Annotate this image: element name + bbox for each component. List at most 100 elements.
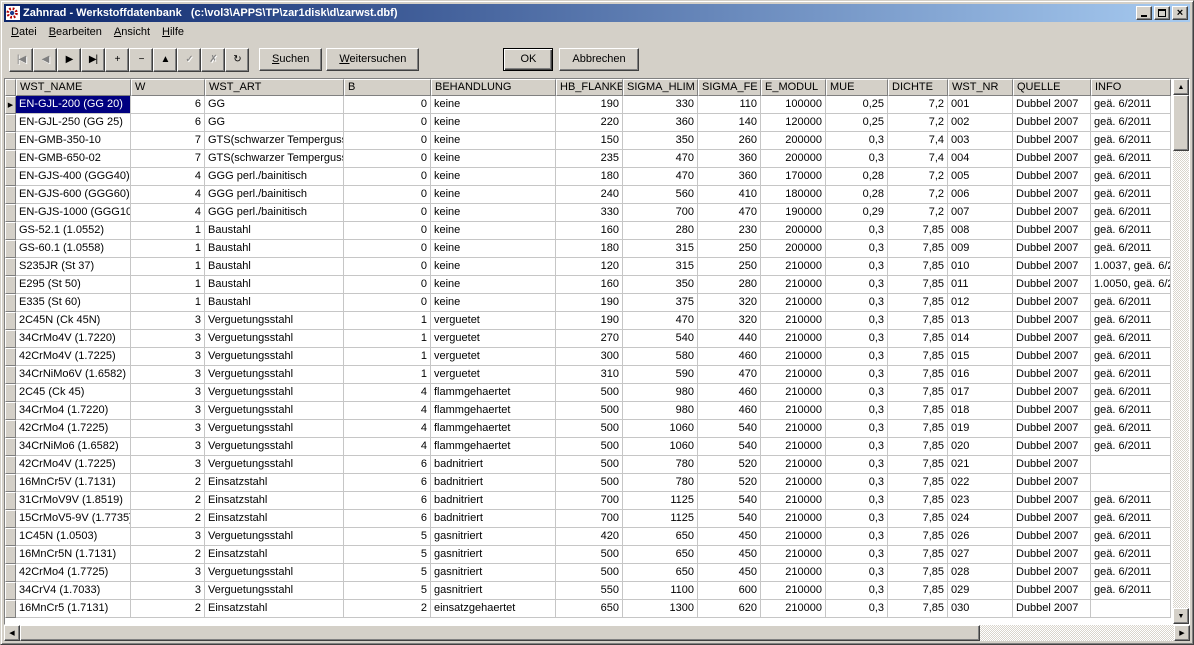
cell-mue[interactable]: 0,3	[826, 600, 888, 618]
cell-mue[interactable]: 0,3	[826, 258, 888, 276]
cell-w[interactable]: 3	[131, 528, 205, 546]
cell-wst_name[interactable]: 16MnCr5V (1.7131)	[16, 474, 131, 492]
column-header-mue[interactable]: MUE	[826, 79, 888, 96]
cell-b[interactable]: 4	[344, 438, 431, 456]
cell-wst_nr[interactable]: 010	[948, 258, 1013, 276]
cell-quelle[interactable]: Dubbel 2007	[1013, 258, 1091, 276]
cell-e_modul[interactable]: 210000	[761, 474, 826, 492]
cell-dichte[interactable]: 7,85	[888, 528, 948, 546]
cell-behandlung[interactable]: flammgehaertet	[431, 420, 556, 438]
cell-b[interactable]: 1	[344, 366, 431, 384]
cell-w[interactable]: 3	[131, 366, 205, 384]
cell-sigma_hlim[interactable]: 470	[623, 150, 698, 168]
cell-behandlung[interactable]: flammgehaertet	[431, 402, 556, 420]
cell-wst_art[interactable]: Verguetungsstahl	[205, 384, 344, 402]
column-header-sigma_hlim[interactable]: SIGMA_HLIM	[623, 79, 698, 96]
cell-w[interactable]: 3	[131, 564, 205, 582]
cell-e_modul[interactable]: 210000	[761, 438, 826, 456]
cell-wst_name[interactable]: 16MnCr5N (1.7131)	[16, 546, 131, 564]
cell-sigma_fe[interactable]: 470	[698, 366, 761, 384]
cell-w[interactable]: 3	[131, 348, 205, 366]
cell-w[interactable]: 3	[131, 402, 205, 420]
cell-w[interactable]: 3	[131, 384, 205, 402]
cell-wst_art[interactable]: Verguetungsstahl	[205, 402, 344, 420]
cell-quelle[interactable]: Dubbel 2007	[1013, 492, 1091, 510]
cell-sigma_hlim[interactable]: 650	[623, 528, 698, 546]
cell-w[interactable]: 1	[131, 240, 205, 258]
cell-dichte[interactable]: 7,2	[888, 168, 948, 186]
cell-e_modul[interactable]: 210000	[761, 276, 826, 294]
cell-quelle[interactable]: Dubbel 2007	[1013, 204, 1091, 222]
cell-info[interactable]: geä. 6/2011	[1091, 348, 1171, 366]
cell-sigma_fe[interactable]: 470	[698, 204, 761, 222]
cell-e_modul[interactable]: 200000	[761, 222, 826, 240]
cell-dichte[interactable]: 7,85	[888, 276, 948, 294]
vertical-scrollbar[interactable]: ▲ ▼	[1173, 79, 1189, 624]
cell-behandlung[interactable]: keine	[431, 204, 556, 222]
cell-wst_name[interactable]: EN-GJL-250 (GG 25)	[16, 114, 131, 132]
cell-wst_name[interactable]: S235JR (St 37)	[16, 258, 131, 276]
cell-b[interactable]: 6	[344, 474, 431, 492]
cell-w[interactable]: 1	[131, 222, 205, 240]
cancel-button[interactable]: Abbrechen	[559, 48, 638, 71]
cell-wst_nr[interactable]: 011	[948, 276, 1013, 294]
cell-quelle[interactable]: Dubbel 2007	[1013, 168, 1091, 186]
cell-w[interactable]: 7	[131, 132, 205, 150]
cell-wst_art[interactable]: Verguetungsstahl	[205, 528, 344, 546]
cell-e_modul[interactable]: 210000	[761, 402, 826, 420]
menu-item-datei[interactable]: Datei	[5, 24, 43, 40]
cell-wst_nr[interactable]: 015	[948, 348, 1013, 366]
cell-e_modul[interactable]: 210000	[761, 492, 826, 510]
cell-dichte[interactable]: 7,85	[888, 384, 948, 402]
cell-w[interactable]: 2	[131, 510, 205, 528]
cell-sigma_fe[interactable]: 600	[698, 582, 761, 600]
cell-wst_name[interactable]: 34CrMo4 (1.7220)	[16, 402, 131, 420]
cell-dichte[interactable]: 7,85	[888, 348, 948, 366]
cell-quelle[interactable]: Dubbel 2007	[1013, 330, 1091, 348]
cell-hb_flanke[interactable]: 180	[556, 240, 623, 258]
cell-e_modul[interactable]: 210000	[761, 312, 826, 330]
cell-info[interactable]: geä. 6/2011	[1091, 150, 1171, 168]
cell-dichte[interactable]: 7,85	[888, 402, 948, 420]
cell-behandlung[interactable]: keine	[431, 114, 556, 132]
cell-e_modul[interactable]: 210000	[761, 294, 826, 312]
cell-info[interactable]	[1091, 600, 1171, 618]
column-header-dichte[interactable]: DICHTE	[888, 79, 948, 96]
refresh-button[interactable]: ↻	[225, 48, 249, 72]
cell-sigma_hlim[interactable]: 350	[623, 132, 698, 150]
cell-quelle[interactable]: Dubbel 2007	[1013, 384, 1091, 402]
cell-behandlung[interactable]: keine	[431, 132, 556, 150]
cell-e_modul[interactable]: 210000	[761, 546, 826, 564]
title-bar[interactable]: Zahnrad - Werkstoffdatenbank (c:\vol3\AP…	[4, 4, 1190, 22]
cell-info[interactable]: geä. 6/2011	[1091, 366, 1171, 384]
cell-w[interactable]: 1	[131, 276, 205, 294]
cell-info[interactable]: geä. 6/2011	[1091, 186, 1171, 204]
cell-behandlung[interactable]: keine	[431, 222, 556, 240]
cell-b[interactable]: 0	[344, 150, 431, 168]
cell-wst_art[interactable]: Einsatzstahl	[205, 492, 344, 510]
cell-wst_nr[interactable]: 002	[948, 114, 1013, 132]
cell-hb_flanke[interactable]: 190	[556, 96, 623, 114]
column-header-e_modul[interactable]: E_MODUL	[761, 79, 826, 96]
cell-mue[interactable]: 0,3	[826, 222, 888, 240]
cell-mue[interactable]: 0,3	[826, 438, 888, 456]
cell-wst_art[interactable]: Verguetungsstahl	[205, 366, 344, 384]
cell-e_modul[interactable]: 210000	[761, 384, 826, 402]
cell-sigma_fe[interactable]: 140	[698, 114, 761, 132]
cell-w[interactable]: 2	[131, 600, 205, 618]
cell-e_modul[interactable]: 120000	[761, 114, 826, 132]
cell-dichte[interactable]: 7,2	[888, 96, 948, 114]
cell-dichte[interactable]: 7,85	[888, 492, 948, 510]
cell-quelle[interactable]: Dubbel 2007	[1013, 582, 1091, 600]
cell-wst_nr[interactable]: 006	[948, 186, 1013, 204]
cell-behandlung[interactable]: einsatzgehaertet	[431, 600, 556, 618]
cell-quelle[interactable]: Dubbel 2007	[1013, 564, 1091, 582]
cell-behandlung[interactable]: gasnitriert	[431, 528, 556, 546]
cell-hb_flanke[interactable]: 500	[556, 402, 623, 420]
cell-wst_art[interactable]: Einsatzstahl	[205, 600, 344, 618]
cell-b[interactable]: 0	[344, 168, 431, 186]
cell-info[interactable]: geä. 6/2011	[1091, 132, 1171, 150]
cell-mue[interactable]: 0,3	[826, 492, 888, 510]
cell-e_modul[interactable]: 210000	[761, 582, 826, 600]
cell-wst_art[interactable]: Verguetungsstahl	[205, 456, 344, 474]
